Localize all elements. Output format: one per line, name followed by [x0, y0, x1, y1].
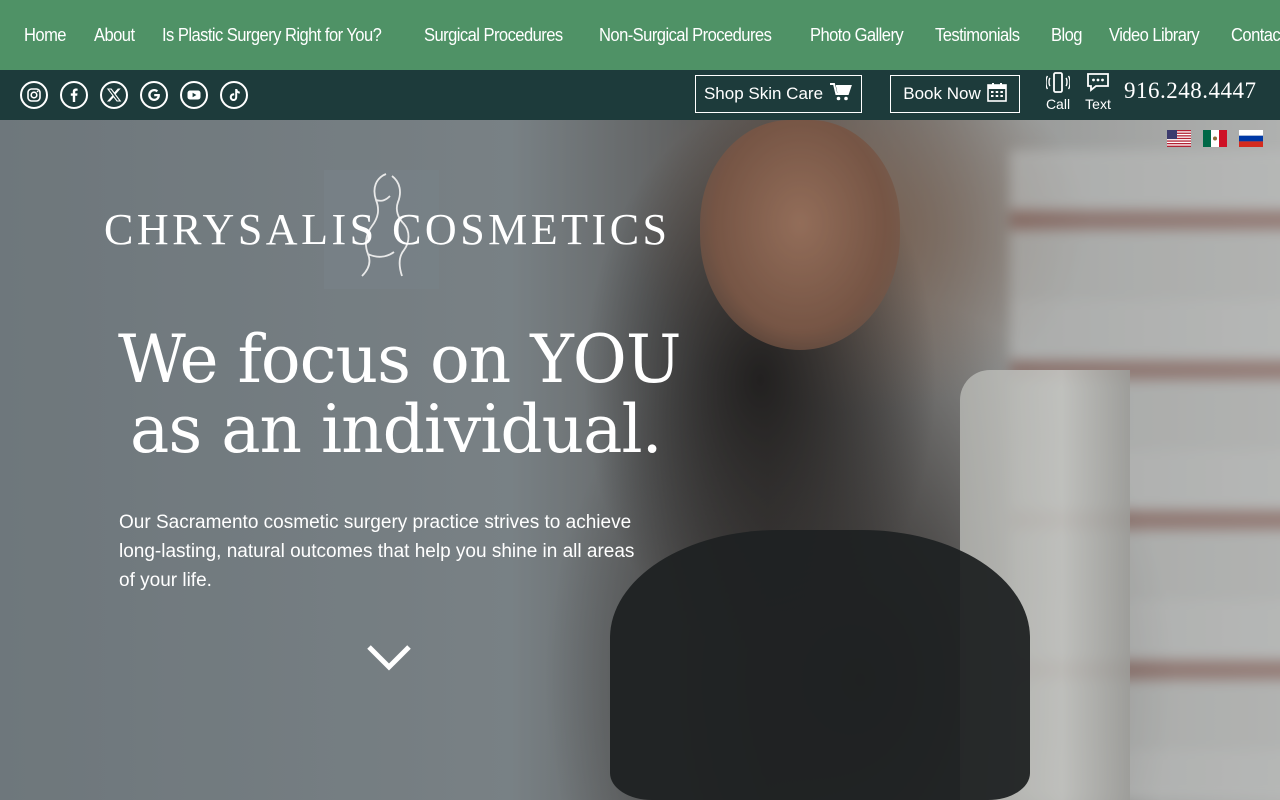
hero-headline-line-2: as an individual.: [130, 391, 663, 468]
social-links: [0, 81, 260, 109]
utility-bar: Shop Skin Care Book Now Call Text 916.24…: [0, 70, 1280, 120]
nav-item-testimonials[interactable]: Testimonials: [935, 25, 1020, 46]
book-now-button[interactable]: Book Now: [890, 75, 1020, 113]
chevron-down-icon[interactable]: [366, 642, 412, 672]
nav-item-is-plastic-surgery-right[interactable]: Is Plastic Surgery Right for You?: [162, 25, 382, 46]
us-flag-icon[interactable]: [1167, 130, 1191, 147]
shop-skin-care-label: Shop Skin Care: [703, 84, 824, 103]
phone-number[interactable]: 916.248.4447: [1124, 78, 1257, 104]
text-link[interactable]: Text: [1080, 72, 1116, 112]
nav-item-about[interactable]: About: [94, 25, 135, 46]
youtube-icon[interactable]: [180, 81, 208, 109]
nav-item-contact-us[interactable]: Contact Us: [1231, 25, 1280, 46]
hero-headline: We focus on YOU as an individual.: [118, 325, 681, 465]
hero: CHRYSALIS COSMETICS We focus on YOU as a…: [0, 120, 1280, 800]
russia-flag-icon[interactable]: [1239, 130, 1263, 147]
nav-item-non-surgical-procedures[interactable]: Non-Surgical Procedures: [599, 25, 772, 46]
main-nav: Home About Is Plastic Surgery Right for …: [0, 0, 1280, 70]
book-now-label: Book Now: [903, 84, 981, 103]
chat-icon: [1087, 73, 1109, 92]
nav-item-home[interactable]: Home: [24, 25, 67, 46]
main-nav-list: Home About Is Plastic Surgery Right for …: [0, 25, 1280, 46]
nav-item-photo-gallery[interactable]: Photo Gallery: [810, 25, 904, 46]
call-link[interactable]: Call: [1040, 72, 1076, 112]
tiktok-icon[interactable]: [220, 81, 248, 109]
x-icon[interactable]: [100, 81, 128, 109]
nav-item-video-library[interactable]: Video Library: [1109, 25, 1200, 46]
phone-vibrate-icon: [1046, 72, 1070, 93]
nav-item-blog[interactable]: Blog: [1051, 25, 1082, 46]
nav-item-surgical-procedures[interactable]: Surgical Procedures: [424, 25, 563, 46]
brand-logo[interactable]: CHRYSALIS COSMETICS: [104, 204, 671, 255]
call-label: Call: [1045, 96, 1071, 112]
hero-headline-line-1: We focus on YOU: [118, 321, 681, 398]
facebook-icon[interactable]: [60, 81, 88, 109]
google-icon[interactable]: [140, 81, 168, 109]
instagram-icon[interactable]: [20, 81, 48, 109]
hero-description: Our Sacramento cosmetic surgery practice…: [119, 512, 635, 591]
text-label: Text: [1085, 96, 1111, 112]
language-switcher: [1167, 130, 1263, 147]
cart-icon: [829, 82, 853, 107]
calendar-icon: [986, 82, 1007, 107]
mexico-flag-icon[interactable]: [1203, 130, 1227, 147]
shop-skin-care-button[interactable]: Shop Skin Care: [695, 75, 862, 113]
